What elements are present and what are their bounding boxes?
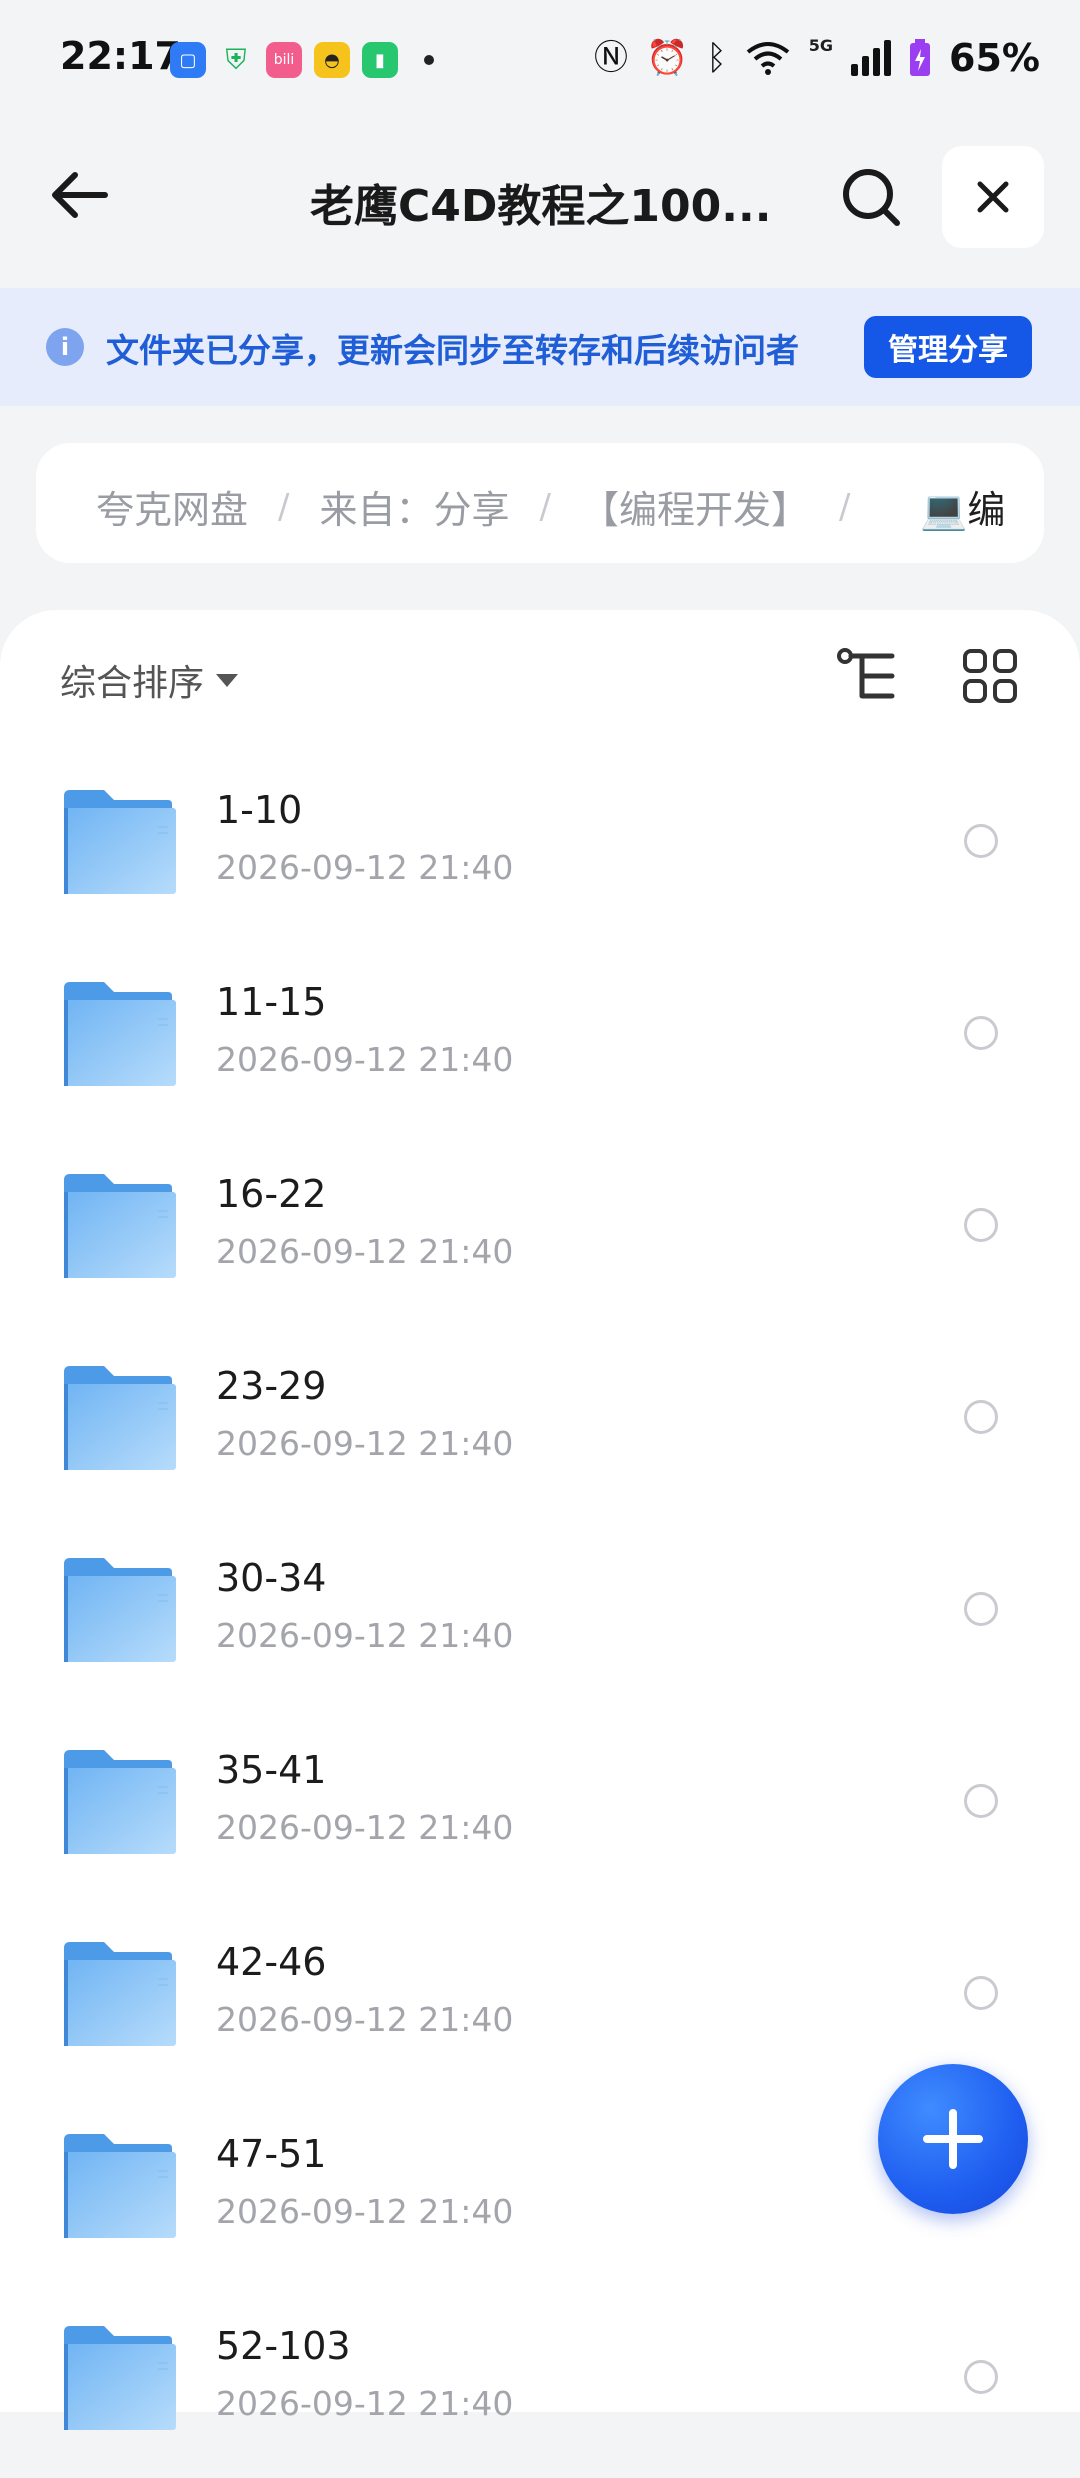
folder-icon (64, 982, 176, 1086)
manage-share-button[interactable]: 管理分享 (864, 316, 1032, 378)
close-icon (977, 181, 1009, 213)
shield-icon: ⛨ (225, 43, 247, 76)
arrow-left-icon (52, 172, 108, 218)
file-row[interactable]: 23-29 2026-09-12 21:40 (0, 1326, 1080, 1518)
close-button[interactable] (942, 146, 1044, 248)
plus-icon (923, 2109, 983, 2169)
breadcrumb-separator: / (539, 486, 551, 527)
network-type: 5G (808, 36, 834, 55)
folder-icon (64, 1750, 176, 1854)
folder-icon (64, 1558, 176, 1662)
info-icon: i (46, 328, 84, 366)
select-radio[interactable] (964, 1976, 998, 2010)
file-name: 11-15 (216, 980, 327, 1024)
bilibili-icon: bili (266, 42, 302, 78)
file-name: 47-51 (216, 2132, 327, 2176)
select-radio[interactable] (964, 824, 998, 858)
folder-icon (64, 2326, 176, 2430)
select-radio[interactable] (964, 1592, 998, 1626)
file-date: 2026-09-12 21:40 (216, 2192, 514, 2231)
battery-icon (910, 39, 931, 76)
file-name: 52-103 (216, 2324, 351, 2368)
breadcrumb-item[interactable]: 【编程开发】 (581, 479, 809, 534)
nfc-icon: Ⓝ (594, 38, 629, 78)
share-banner: i 文件夹已分享，更新会同步至转存和后续访问者 管理分享 (0, 288, 1080, 406)
file-row[interactable]: 11-15 2026-09-12 21:40 (0, 942, 1080, 1134)
folder-icon (64, 1942, 176, 2046)
breadcrumb-item-current[interactable]: 💻编 (920, 479, 1010, 534)
breadcrumb-item[interactable]: 来自：分享 (319, 479, 509, 534)
file-name: 1-10 (216, 788, 303, 832)
system-status: Ⓝ ⏰ ᛒ 5G 65% (594, 36, 1040, 80)
file-date: 2026-09-12 21:40 (216, 2000, 514, 2039)
car-app-icon: ◓ (314, 42, 350, 78)
folder-icon (64, 2134, 176, 2238)
alarm-icon: ⏰ (646, 38, 689, 78)
status-time: 22:17 (60, 34, 181, 78)
grid-view-icon (963, 649, 1017, 703)
folder-icon (64, 1366, 176, 1470)
select-radio[interactable] (964, 1016, 998, 1050)
select-radio[interactable] (964, 1784, 998, 1818)
file-name: 16-22 (216, 1172, 327, 1216)
file-row[interactable]: 52-103 2026-09-12 21:40 (0, 2286, 1080, 2478)
file-date: 2026-09-12 21:40 (216, 848, 514, 887)
battery-app-icon: ▮ (362, 42, 398, 78)
breadcrumb-item[interactable]: 夸克网盘 (96, 479, 248, 534)
breadcrumb-separator: / (278, 486, 290, 527)
sort-dropdown[interactable]: 综合排序 (60, 654, 239, 706)
more-notifications-dot (424, 55, 434, 65)
sort-label: 综合排序 (60, 663, 205, 704)
file-date: 2026-09-12 21:40 (216, 1616, 514, 1655)
page-title: 老鹰C4D教程之100... (310, 181, 770, 232)
file-date: 2026-09-12 21:40 (216, 1040, 514, 1079)
back-button[interactable] (44, 160, 114, 230)
battery-percent: 65% (949, 36, 1040, 80)
grid-view-button[interactable] (962, 648, 1018, 704)
file-row[interactable]: 30-34 2026-09-12 21:40 (0, 1518, 1080, 1710)
tree-view-icon (837, 648, 895, 699)
folder-icon (64, 1174, 176, 1278)
file-date: 2026-09-12 21:40 (216, 1424, 514, 1463)
share-message: 文件夹已分享，更新会同步至转存和后续访问者 (106, 331, 799, 370)
file-date: 2026-09-12 21:40 (216, 1232, 514, 1271)
caret-down-icon (216, 673, 239, 687)
file-row[interactable]: 42-46 2026-09-12 21:40 (0, 1902, 1080, 2094)
add-button[interactable] (878, 2064, 1028, 2214)
select-radio[interactable] (964, 1208, 998, 1242)
status-bar: 22:17 ▢ ⛨ bili ◓ ▮ Ⓝ ⏰ ᛒ 5G 65% (0, 0, 1080, 120)
app-notification-icon: ▢ (170, 42, 206, 78)
breadcrumb: 夸克网盘 / 来自：分享 / 【编程开发】 / 💻编 (36, 443, 1044, 563)
notification-icons: ▢ ⛨ bili ◓ ▮ (170, 42, 434, 78)
file-date: 2026-09-12 21:40 (216, 2384, 514, 2423)
folder-icon (64, 790, 176, 894)
file-date: 2026-09-12 21:40 (216, 1808, 514, 1847)
file-row[interactable]: 1-10 2026-09-12 21:40 (0, 750, 1080, 942)
file-list: 1-10 2026-09-12 21:40 11-15 2026-09-12 2… (0, 750, 1080, 2478)
file-name: 30-34 (216, 1556, 327, 1600)
bluetooth-icon: ᛒ (706, 38, 727, 78)
search-button[interactable] (836, 162, 906, 232)
select-radio[interactable] (964, 2360, 998, 2394)
tree-view-button[interactable] (836, 646, 900, 710)
signal-icon (851, 40, 892, 76)
file-row[interactable]: 16-22 2026-09-12 21:40 (0, 1134, 1080, 1326)
search-icon (843, 169, 900, 226)
header: 老鹰C4D教程之100... (0, 140, 1080, 250)
file-row[interactable]: 35-41 2026-09-12 21:40 (0, 1710, 1080, 1902)
file-name: 35-41 (216, 1748, 327, 1792)
select-radio[interactable] (964, 1400, 998, 1434)
breadcrumb-separator: / (838, 486, 851, 527)
file-name: 23-29 (216, 1364, 327, 1408)
file-name: 42-46 (216, 1940, 327, 1984)
wifi-icon (746, 42, 790, 75)
